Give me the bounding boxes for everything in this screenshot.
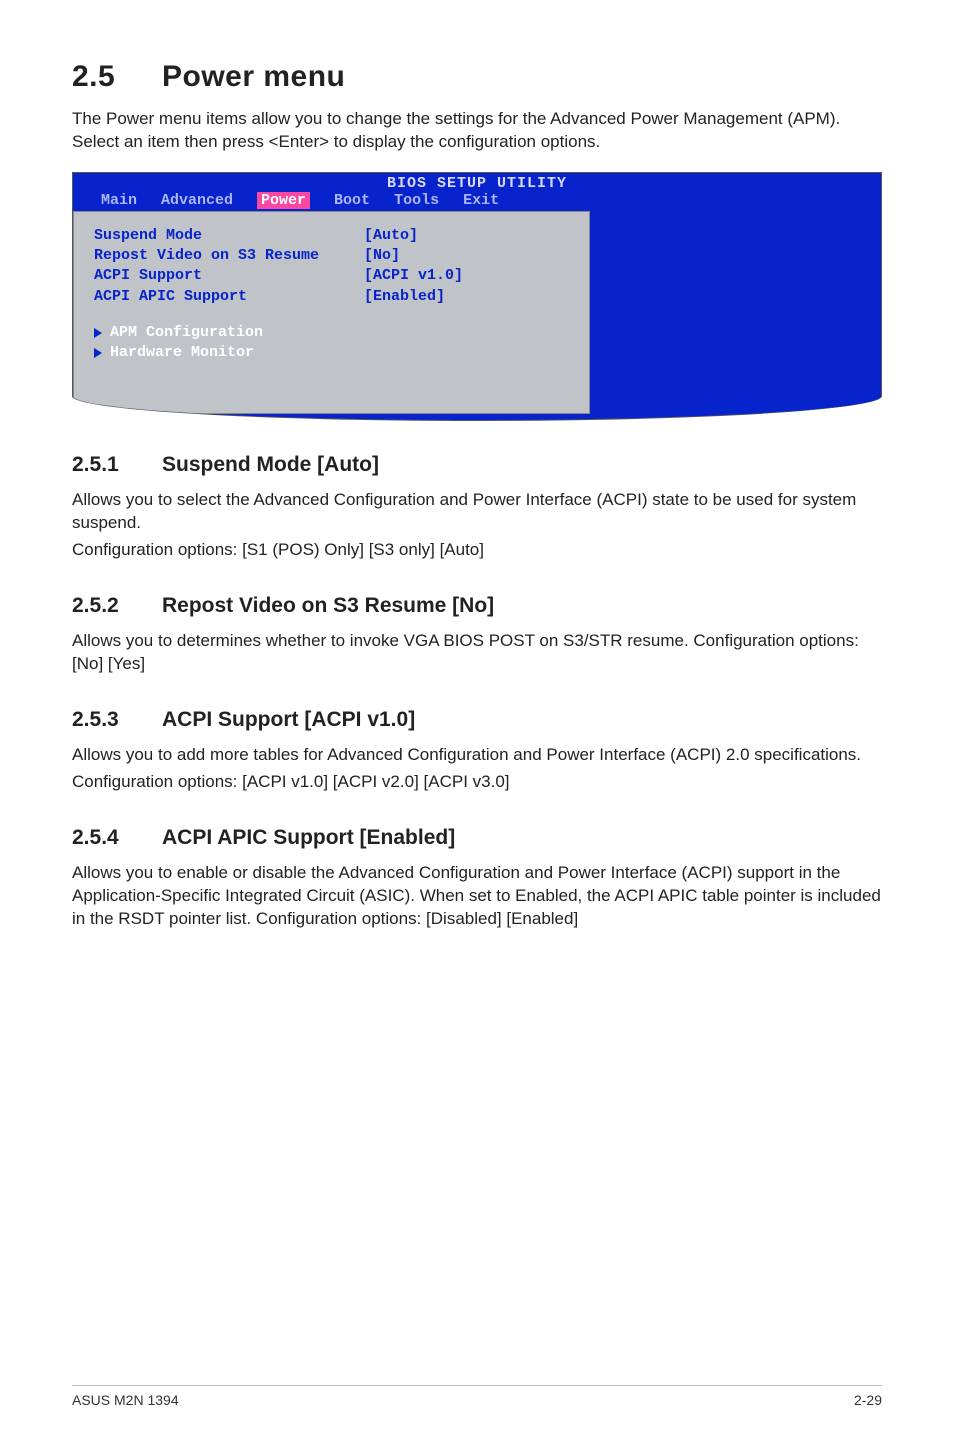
paragraph: Allows you to select the Advanced Config… <box>72 489 882 535</box>
bios-label: Suspend Mode <box>94 226 364 246</box>
paragraph: Configuration options: [ACPI v1.0] [ACPI… <box>72 771 882 794</box>
bios-help-pane <box>590 211 881 415</box>
bios-menu-tools[interactable]: Tools <box>394 192 439 209</box>
subsection-title: ACPI Support [ACPI v1.0] <box>162 708 415 731</box>
paragraph: Allows you to enable or disable the Adva… <box>72 862 882 931</box>
triangle-right-icon <box>94 328 102 338</box>
subheading-2-5-3: 2.5.3ACPI Support [ACPI v1.0] <box>72 708 882 732</box>
bios-submenu-apm[interactable]: APM Configuration <box>94 323 569 343</box>
bios-menubar: Main Advanced Power Boot Tools Exit <box>73 192 881 211</box>
paragraph: Configuration options: [S1 (POS) Only] [… <box>72 539 882 562</box>
subsection-title: Suspend Mode [Auto] <box>162 453 379 476</box>
subsection-number: 2.5.3 <box>72 708 162 732</box>
bios-row-suspend-mode[interactable]: Suspend Mode [Auto] <box>94 226 569 246</box>
bios-submenu-label: APM Configuration <box>110 323 263 343</box>
bios-submenu-label: Hardware Monitor <box>110 343 254 363</box>
bios-menu-advanced[interactable]: Advanced <box>161 192 233 209</box>
subheading-2-5-1: 2.5.1Suspend Mode [Auto] <box>72 453 882 477</box>
bios-value: [Auto] <box>364 226 418 246</box>
intro-paragraph: The Power menu items allow you to change… <box>72 108 882 154</box>
bios-menu-power[interactable]: Power <box>257 192 310 209</box>
subsection-number: 2.5.1 <box>72 453 162 477</box>
bios-value: [Enabled] <box>364 287 445 307</box>
bios-menu-exit[interactable]: Exit <box>463 192 499 209</box>
footer-left: ASUS M2N 1394 <box>72 1392 179 1408</box>
bios-submenu-hw-monitor[interactable]: Hardware Monitor <box>94 343 569 363</box>
paragraph: Allows you to determines whether to invo… <box>72 630 882 676</box>
page-footer: ASUS M2N 1394 2-29 <box>72 1385 882 1408</box>
footer-right: 2-29 <box>854 1392 882 1408</box>
bios-label: Repost Video on S3 Resume <box>94 246 364 266</box>
triangle-right-icon <box>94 348 102 358</box>
bios-menu-main[interactable]: Main <box>101 192 137 209</box>
bios-row-acpi-support[interactable]: ACPI Support [ACPI v1.0] <box>94 266 569 286</box>
bios-row-acpi-apic-support[interactable]: ACPI APIC Support [Enabled] <box>94 287 569 307</box>
subheading-2-5-2: 2.5.2Repost Video on S3 Resume [No] <box>72 594 882 618</box>
section-title: Power menu <box>162 60 345 93</box>
bios-label: ACPI APIC Support <box>94 287 364 307</box>
bios-value: [ACPI v1.0] <box>364 266 463 286</box>
bios-row-repost-video[interactable]: Repost Video on S3 Resume [No] <box>94 246 569 266</box>
bios-menu-boot[interactable]: Boot <box>334 192 370 209</box>
subsection-number: 2.5.2 <box>72 594 162 618</box>
paragraph: Allows you to add more tables for Advanc… <box>72 744 882 767</box>
subheading-2-5-4: 2.5.4ACPI APIC Support [Enabled] <box>72 826 882 850</box>
bios-label: ACPI Support <box>94 266 364 286</box>
subsection-number: 2.5.4 <box>72 826 162 850</box>
bios-title: BIOS SETUP UTILITY <box>73 173 881 192</box>
section-number: 2.5 <box>72 60 162 94</box>
subsection-title: Repost Video on S3 Resume [No] <box>162 594 494 617</box>
section-heading: 2.5Power menu <box>72 60 882 94</box>
bios-value: [No] <box>364 246 400 266</box>
subsection-title: ACPI APIC Support [Enabled] <box>162 826 455 849</box>
bios-screenshot: BIOS SETUP UTILITY Main Advanced Power B… <box>72 172 882 422</box>
bios-content-pane: Suspend Mode [Auto] Repost Video on S3 R… <box>73 211 590 415</box>
